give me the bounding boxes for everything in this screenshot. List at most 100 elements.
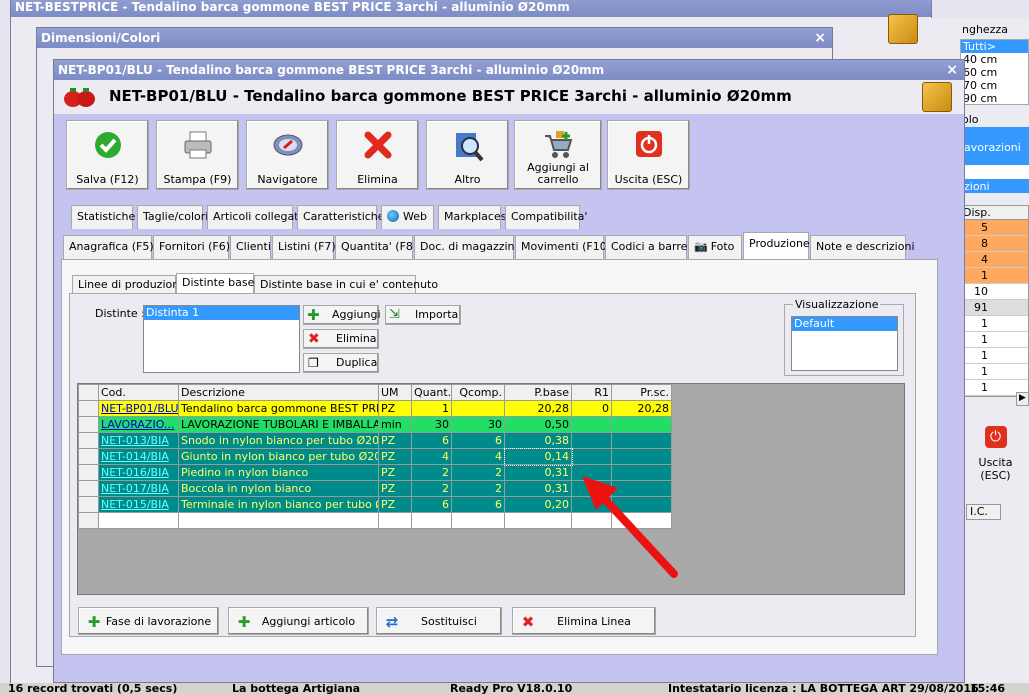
tab-movimenti-f10[interactable]: Movimenti (F10) — [515, 235, 611, 259]
tab-clienti[interactable]: Clienti — [230, 235, 271, 259]
cell-qcomp[interactable]: 6 — [451, 432, 505, 449]
sostituisci-button[interactable]: ⇄ Sostituisci — [376, 607, 502, 635]
tab-doc-di-magazzino[interactable]: Doc. di magazzino — [414, 235, 521, 259]
cell-quant[interactable]: 6 — [411, 496, 452, 513]
tab-taglie-colori[interactable]: Taglie/colori — [137, 205, 208, 229]
cell-quant[interactable]: 1 — [411, 400, 452, 417]
larghezza-item[interactable]: 70 cm — [961, 79, 1028, 92]
cell-desc[interactable]: Boccola in nylon bianco — [178, 480, 379, 497]
empty-cell[interactable] — [378, 512, 412, 529]
tab-produzione[interactable]: Produzione — [743, 232, 810, 260]
subtab-linee-di-produzione[interactable]: Linee di produzione — [72, 275, 186, 295]
row-selector[interactable] — [78, 480, 99, 497]
larghezza-item[interactable]: 60 cm — [961, 66, 1028, 79]
cell-quant[interactable]: 2 — [411, 480, 452, 497]
row-selector[interactable] — [78, 432, 99, 449]
cell-desc[interactable]: LAVORAZIONE TUBOLARI E IMBALLA... — [178, 416, 379, 433]
larghezza-item[interactable]: 40 cm — [961, 53, 1028, 66]
cell-qcomp[interactable]: 6 — [451, 496, 505, 513]
grid-header-r1[interactable]: R1 — [571, 384, 612, 401]
larghezza-list[interactable]: Tutti> 40 cm 60 cm 70 cm 90 cm — [960, 39, 1029, 105]
cell-um[interactable]: PZ — [378, 464, 412, 481]
row-selector[interactable] — [78, 464, 99, 481]
aggiungi-al-carrello-button[interactable]: Aggiungi al carrello — [514, 120, 602, 190]
uscita-esc-button[interactable]: Uscita (ESC) — [607, 120, 690, 190]
row-selector[interactable] — [78, 400, 99, 417]
cell-quant[interactable]: 4 — [411, 448, 452, 465]
lavorazioni-panel[interactable]: avorazioni zioni — [960, 127, 1029, 193]
tab-fornitori-f6[interactable]: Fornitori (F6) — [153, 235, 230, 259]
cell-r1[interactable] — [571, 448, 612, 465]
cell-cod[interactable]: NET-016/BIA — [98, 464, 179, 481]
tab-web[interactable]: Web — [381, 205, 434, 229]
cell-desc[interactable]: Snodo in nylon bianco per tubo Ø20mm — [178, 432, 379, 449]
cell-qcomp[interactable]: 2 — [451, 480, 505, 497]
aggiungi-distinta-button[interactable]: ✚ Aggiungi — [303, 305, 381, 325]
empty-cell[interactable] — [411, 512, 452, 529]
cell-pbase[interactable]: 0,31 — [504, 480, 572, 497]
cell-pbase[interactable]: 0,50 — [504, 416, 572, 433]
distinte-list[interactable]: Distinta 1 — [143, 305, 300, 373]
cell-pbase[interactable]: 0,31 — [504, 464, 572, 481]
larghezza-item[interactable]: 90 cm — [961, 92, 1028, 105]
cell-qcomp[interactable] — [451, 400, 505, 417]
larghezza-item-selected[interactable]: Tutti> — [961, 40, 1028, 53]
table-row[interactable]: NET-014/BIA Giunto in nylon bianco per tu… — [78, 447, 672, 466]
cell-r1[interactable] — [571, 432, 612, 449]
empty-cell[interactable] — [451, 512, 505, 529]
cell-pbase[interactable]: 0,38 — [504, 432, 572, 449]
elimina-linea-button[interactable]: ✖ Elimina Linea — [512, 607, 656, 635]
empty-cell[interactable] — [98, 512, 179, 529]
stampa-f9-button[interactable]: Stampa (F9) — [156, 120, 239, 190]
cell-desc[interactable]: Giunto in nylon bianco per tubo Ø20mm — [178, 448, 379, 465]
altro-button[interactable]: Altro — [426, 120, 509, 190]
cell-prsc[interactable]: 20,28 — [611, 400, 672, 417]
cell-um[interactable]: PZ — [378, 432, 412, 449]
cell-cod[interactable]: LAVORAZIO... — [98, 416, 179, 433]
cell-um[interactable]: min — [378, 416, 412, 433]
grid-header-quant[interactable]: Quant. — [411, 384, 452, 401]
tab-quantita-f8[interactable]: Quantita' (F8) — [335, 235, 417, 259]
empty-cell[interactable] — [78, 512, 99, 529]
grid-header-p-base[interactable]: P.base — [504, 384, 572, 401]
tab-statistiche[interactable]: Statistiche — [71, 205, 135, 229]
fase-di-lavorazione-button[interactable]: ✚ Fase di lavorazione — [78, 607, 219, 635]
duplica-button[interactable]: ❐ Duplica — [303, 353, 379, 373]
cell-cod[interactable]: NET-BP01/BLU — [98, 400, 179, 417]
tab-compatibilita[interactable]: Compatibilita' — [505, 205, 587, 229]
row-selector[interactable] — [78, 448, 99, 465]
distinta-item-selected[interactable]: Distinta 1 — [144, 306, 299, 320]
tab-anagrafica-f5[interactable]: Anagrafica (F5) — [63, 235, 154, 259]
grid-header-qcomp[interactable]: Qcomp. — [451, 384, 505, 401]
aggiungi-articolo-button[interactable]: ✚ Aggiungi articolo — [228, 607, 369, 635]
cell-quant[interactable]: 6 — [411, 432, 452, 449]
cell-pbase[interactable]: 20,28 — [504, 400, 572, 417]
navigatore-button[interactable]: Navigatore — [246, 120, 329, 190]
cell-desc[interactable]: Terminale in nylon bianco per tubo Ø2... — [178, 496, 379, 513]
table-row[interactable]: NET-BP01/BLU Tendalino barca gommone BEST… — [78, 400, 672, 417]
close-icon[interactable]: × — [946, 60, 958, 80]
tab-listini-f7[interactable]: Listini (F7) — [272, 235, 336, 259]
cell-desc[interactable]: Piedino in nylon bianco — [178, 464, 379, 481]
cell-prsc[interactable] — [611, 416, 672, 433]
grid-header-cod[interactable]: Cod. — [98, 384, 179, 401]
visualizzazione-item-selected[interactable]: Default — [792, 317, 897, 331]
cell-r1[interactable]: 0 — [571, 400, 612, 417]
cell-desc[interactable]: Tendalino barca gommone BEST PRIC... — [178, 400, 379, 417]
empty-cell[interactable] — [178, 512, 379, 529]
cell-prsc[interactable] — [611, 432, 672, 449]
cell-um[interactable]: PZ — [378, 400, 412, 417]
table-row[interactable]: NET-013/BIA Snodo in nylon bianco per tub… — [78, 432, 672, 449]
cell-um[interactable]: PZ — [378, 480, 412, 497]
grid-header-um[interactable]: UM — [378, 384, 412, 401]
tab-codici-a-barre[interactable]: Codici a barre — [605, 235, 687, 259]
cell-quant[interactable]: 30 — [411, 416, 452, 433]
salva-f12-button[interactable]: Salva (F12) — [66, 120, 149, 190]
row-selector[interactable] — [78, 496, 99, 513]
cell-qcomp[interactable]: 4 — [451, 448, 505, 465]
table-row[interactable]: LAVORAZIO... LAVORAZIONE TUBOLARI E IMBAL… — [78, 416, 672, 433]
row-selector[interactable] — [78, 416, 99, 433]
cell-qcomp[interactable]: 30 — [451, 416, 505, 433]
grid-header-descrizione[interactable]: Descrizione — [178, 384, 379, 401]
cell-qcomp[interactable]: 2 — [451, 464, 505, 481]
